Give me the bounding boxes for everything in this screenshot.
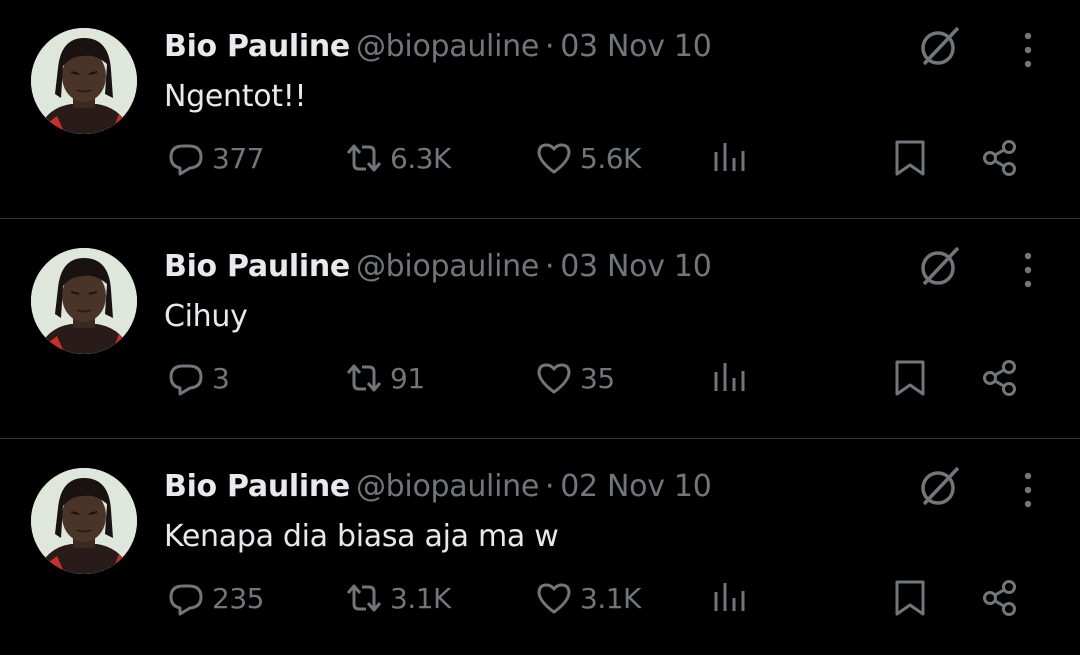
reply-icon <box>166 138 206 178</box>
retweet-button[interactable]: 6.3K <box>344 128 451 188</box>
tweet-header: Bio Pauline @biopauline · 02 Nov 10 <box>164 466 712 508</box>
retweet-count: 3.1K <box>390 581 451 615</box>
like-count: 35 <box>580 361 615 395</box>
like-button[interactable]: 35 <box>534 348 615 408</box>
bookmark-icon <box>890 578 930 618</box>
author-handle[interactable]: @biopauline <box>356 29 539 64</box>
tweet-actions: 377 6.3K 5.6K <box>0 128 1080 188</box>
reply-button[interactable]: 377 <box>166 128 264 188</box>
retweet-icon <box>344 578 384 618</box>
views-icon <box>710 138 750 178</box>
more-options-icon[interactable] <box>1008 28 1048 72</box>
share-icon <box>980 578 1020 618</box>
tweet-date[interactable]: 03 Nov 10 <box>560 249 712 284</box>
retweet-count: 6.3K <box>390 141 451 175</box>
share-button[interactable] <box>980 348 1020 408</box>
tweet[interactable]: Bio Pauline @biopauline · 02 Nov 10 Kenapa … <box>0 440 1080 655</box>
retweet-icon <box>344 138 384 178</box>
views-button[interactable] <box>710 348 750 408</box>
reply-count: 377 <box>212 141 264 175</box>
bookmark-icon <box>890 358 930 398</box>
avatar[interactable] <box>31 248 137 354</box>
like-button[interactable]: 5.6K <box>534 128 641 188</box>
separator-dot: · <box>544 469 555 504</box>
tweet-header: Bio Pauline @biopauline · 03 Nov 10 <box>164 246 712 288</box>
bookmark-button[interactable] <box>890 348 930 408</box>
like-count: 5.6K <box>580 141 641 175</box>
share-icon <box>980 138 1020 178</box>
like-count: 3.1K <box>580 581 641 615</box>
tweet[interactable]: Bio Pauline @biopauline · 03 Nov 10 Cihuy 3 <box>0 220 1080 439</box>
separator-dot: · <box>544 29 555 64</box>
tweet-actions: 3 91 35 <box>0 348 1080 408</box>
tweet-text: Ngentot!! <box>164 79 307 114</box>
avatar-image <box>31 248 137 354</box>
separator-dot: · <box>544 249 555 284</box>
heart-icon <box>534 358 574 398</box>
share-button[interactable] <box>980 128 1020 188</box>
bookmark-button[interactable] <box>890 128 930 188</box>
reply-button[interactable]: 3 <box>166 348 230 408</box>
tweet-text: Cihuy <box>164 299 248 334</box>
avatar[interactable] <box>31 468 137 574</box>
tweet[interactable]: Bio Pauline @biopauline · 03 Nov 10 Ngentot… <box>0 0 1080 219</box>
avatar[interactable] <box>31 28 137 134</box>
author-name[interactable]: Bio Pauline <box>164 249 350 284</box>
tweet-actions: 235 3.1K 3.1K <box>0 568 1080 628</box>
tweet-date[interactable]: 02 Nov 10 <box>560 469 712 504</box>
views-button[interactable] <box>710 128 750 188</box>
retweet-icon <box>344 358 384 398</box>
author-handle[interactable]: @biopauline <box>356 469 539 504</box>
heart-icon <box>534 578 574 618</box>
like-button[interactable]: 3.1K <box>534 568 641 628</box>
tweet-feed: Bio Pauline @biopauline · 03 Nov 10 Ngentot… <box>0 0 1080 655</box>
heart-icon <box>534 138 574 178</box>
more-options-icon[interactable] <box>1008 468 1048 512</box>
avatar-image <box>31 28 137 134</box>
grok-icon[interactable] <box>916 462 964 510</box>
bookmark-button[interactable] <box>890 568 930 628</box>
retweet-count: 91 <box>390 361 425 395</box>
reply-count: 235 <box>212 581 264 615</box>
tweet-text: Kenapa dia biasa aja ma w <box>164 519 559 554</box>
views-icon <box>710 578 750 618</box>
grok-icon[interactable] <box>916 22 964 70</box>
author-name[interactable]: Bio Pauline <box>164 29 350 64</box>
tweet-date[interactable]: 03 Nov 10 <box>560 29 712 64</box>
views-icon <box>710 358 750 398</box>
reply-count: 3 <box>212 361 230 395</box>
author-handle[interactable]: @biopauline <box>356 249 539 284</box>
retweet-button[interactable]: 3.1K <box>344 568 451 628</box>
more-options-icon[interactable] <box>1008 248 1048 292</box>
share-icon <box>980 358 1020 398</box>
retweet-button[interactable]: 91 <box>344 348 425 408</box>
tweet-header: Bio Pauline @biopauline · 03 Nov 10 <box>164 26 712 68</box>
views-button[interactable] <box>710 568 750 628</box>
avatar-image <box>31 468 137 574</box>
bookmark-icon <box>890 138 930 178</box>
reply-icon <box>166 578 206 618</box>
share-button[interactable] <box>980 568 1020 628</box>
author-name[interactable]: Bio Pauline <box>164 469 350 504</box>
reply-button[interactable]: 235 <box>166 568 264 628</box>
grok-icon[interactable] <box>916 242 964 290</box>
reply-icon <box>166 358 206 398</box>
